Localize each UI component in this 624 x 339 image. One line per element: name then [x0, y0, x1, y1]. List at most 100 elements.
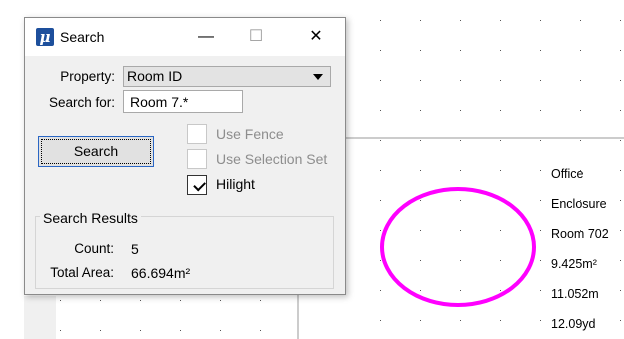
grid-dot: [180, 330, 181, 331]
grid-dot: [620, 170, 621, 171]
grid-dot: [620, 140, 621, 141]
total-area-label: Total Area:: [50, 265, 114, 280]
use-selection-set-label: Use Selection Set: [216, 151, 328, 167]
grid-dot: [420, 50, 421, 51]
grid-dot: [580, 140, 581, 141]
grid-dot: [540, 20, 541, 21]
search-button[interactable]: Search: [38, 136, 154, 167]
dropdown-arrow-icon: [313, 74, 323, 80]
property-dropdown[interactable]: Room ID: [123, 66, 331, 87]
grid-dot: [620, 290, 621, 291]
grid-dot: [420, 260, 421, 261]
grid-dot: [380, 110, 381, 111]
hilight-checkbox[interactable]: [187, 175, 207, 195]
grid-dot: [580, 20, 581, 21]
minimize-button[interactable]: —: [183, 18, 229, 56]
grid-dot: [60, 330, 61, 331]
grid-dot: [500, 290, 501, 291]
grid-dot: [380, 260, 381, 261]
grid-dot: [620, 200, 621, 201]
title-bar[interactable]: μ Search — ☐ ✕: [25, 18, 345, 56]
grid-dot: [420, 140, 421, 141]
grid-dot: [380, 290, 381, 291]
grid-dot: [420, 320, 421, 321]
grid-dot: [380, 170, 381, 171]
grid-dot: [180, 300, 181, 301]
grid-dot: [580, 80, 581, 81]
room-label-perimeter-yd: 12.09yd: [551, 317, 596, 331]
grid-dot: [380, 20, 381, 21]
grid-dot: [540, 200, 541, 201]
grid-dot: [500, 260, 501, 261]
grid-dot: [140, 330, 141, 331]
room-label-id: Room 702: [551, 227, 609, 241]
grid-dot: [580, 110, 581, 111]
grid-dot: [540, 320, 541, 321]
grid-dot: [420, 170, 421, 171]
property-selected-value: Room ID: [127, 68, 183, 84]
grid-dot: [580, 50, 581, 51]
property-label: Property:: [60, 69, 115, 84]
grid-dot: [620, 260, 621, 261]
grid-dot: [420, 20, 421, 21]
grid-dot: [380, 230, 381, 231]
room-highlight-ellipse: [380, 187, 536, 307]
grid-dot: [540, 230, 541, 231]
microstation-logo-icon: μ: [36, 28, 54, 46]
dialog-title: Search: [60, 29, 105, 45]
grid-dot: [460, 200, 461, 201]
grid-dot: [620, 80, 621, 81]
grid-dot: [540, 260, 541, 261]
grid-dot: [540, 140, 541, 141]
grid-dot: [260, 330, 261, 331]
grid-dot: [460, 50, 461, 51]
room-label-name: Office: [551, 167, 584, 181]
grid-dot: [380, 50, 381, 51]
grid-dot: [420, 200, 421, 201]
grid-dot: [380, 80, 381, 81]
grid-dot: [460, 230, 461, 231]
use-selection-set-checkbox[interactable]: [187, 149, 207, 169]
grid-dot: [540, 80, 541, 81]
grid-dot: [540, 50, 541, 51]
grid-dot: [460, 260, 461, 261]
grid-dot: [500, 110, 501, 111]
grid-dot: [620, 230, 621, 231]
count-label: Count:: [74, 241, 114, 256]
room-label-area: 9.425m²: [551, 257, 597, 271]
grid-dot: [620, 110, 621, 111]
search-results-title: Search Results: [40, 210, 141, 226]
use-fence-label: Use Fence: [216, 126, 284, 142]
room-label-perimeter-m: 11.052m: [551, 287, 599, 301]
grid-dot: [540, 170, 541, 171]
grid-dot: [500, 50, 501, 51]
grid-dot: [420, 290, 421, 291]
search-dialog: μ Search — ☐ ✕ Property: Room ID Search …: [24, 17, 346, 295]
gray-block: [24, 296, 56, 339]
grid-dot: [500, 170, 501, 171]
grid-dot: [500, 80, 501, 81]
grid-dot: [460, 20, 461, 21]
room-label-type: Enclosure: [551, 197, 607, 211]
count-value: 5: [131, 241, 139, 257]
grid-dot: [420, 230, 421, 231]
search-for-label: Search for:: [48, 95, 115, 110]
use-fence-checkbox[interactable]: [187, 124, 207, 144]
grid-dot: [100, 330, 101, 331]
grid-dot: [220, 300, 221, 301]
grid-dot: [460, 290, 461, 291]
grid-dot: [500, 230, 501, 231]
grid-dot: [540, 110, 541, 111]
close-button[interactable]: ✕: [293, 18, 339, 56]
grid-dot: [420, 80, 421, 81]
grid-dot: [620, 320, 621, 321]
maximize-button[interactable]: ☐: [233, 18, 279, 56]
grid-dot: [540, 290, 541, 291]
grid-dot: [100, 300, 101, 301]
grid-dot: [380, 320, 381, 321]
check-icon: [193, 178, 206, 192]
grid-dot: [620, 20, 621, 21]
search-for-input[interactable]: [123, 90, 243, 113]
grid-dot: [460, 80, 461, 81]
grid-dot: [140, 300, 141, 301]
